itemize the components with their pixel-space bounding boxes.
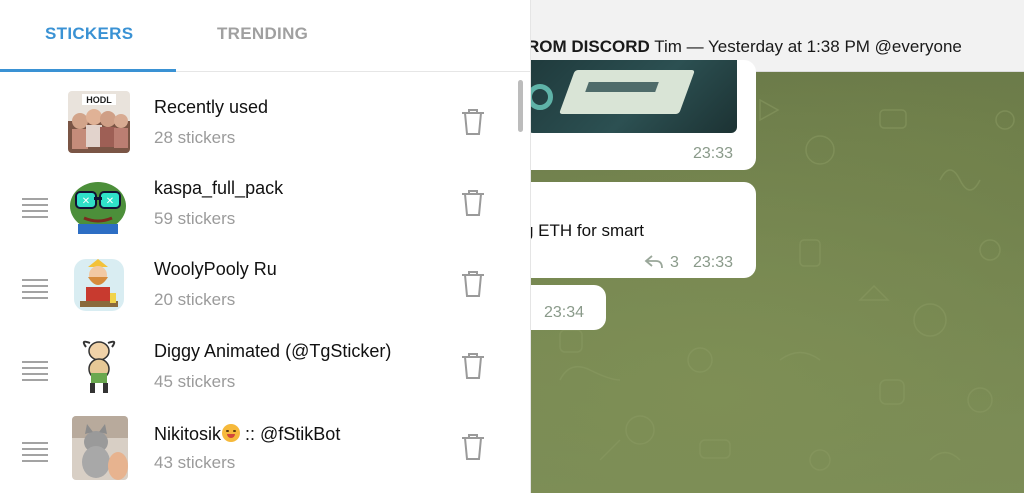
diggy-character-icon (68, 335, 130, 397)
trash-icon[interactable] (460, 188, 486, 218)
svg-text:✕: ✕ (82, 196, 90, 207)
message-time: 23:34 (544, 304, 585, 321)
message-text: g ETH for smart (524, 221, 644, 240)
bearded-man-cartoon-icon (68, 253, 130, 315)
message-media-image[interactable] (527, 60, 737, 133)
sticker-pack-row[interactable]: Diggy Animated (@TgSticker) 45 stickers (0, 325, 515, 405)
face-savoring-food-emoji-icon (222, 424, 241, 442)
message-time: 23:33 (693, 145, 734, 162)
trash-icon[interactable] (460, 432, 486, 462)
sticker-pack-row[interactable]: Nikitosik :: @fStikBot 43 stickers (0, 406, 515, 486)
active-tab-indicator (0, 69, 176, 72)
pack-title-suffix: :: @fStikBot (240, 424, 341, 444)
drag-handle-icon[interactable] (22, 442, 48, 462)
tab-stickers[interactable]: STICKERS (45, 24, 133, 44)
drag-handle-icon[interactable] (22, 279, 48, 299)
drag-handle-icon[interactable] (22, 198, 48, 218)
pack-title-prefix: Nikitosik (154, 424, 222, 444)
sticker-pack-row[interactable]: HODL Recently used 28 stickers (0, 81, 515, 161)
reply-count[interactable]: 3 (670, 254, 679, 272)
sticker-pack-title: Diggy Animated (@TgSticker) (154, 341, 392, 361)
svg-text:✕: ✕ (106, 196, 114, 207)
sticker-pack-title: Recently used (154, 97, 269, 117)
pinned-channel-name: ROM DISCORD (527, 37, 650, 56)
hodl-group-photo-icon: HODL (68, 91, 130, 153)
message-time: 23:33 (693, 254, 734, 271)
pinned-message-text: Tim — Yesterday at 1:38 PM @everyone (649, 37, 962, 56)
scrollbar-thumb[interactable] (518, 80, 523, 132)
sticker-pack-title: Nikitosik :: @fStikBot (154, 422, 340, 445)
sticker-tabs: STICKERS TRENDING (0, 0, 531, 72)
sticker-pack-row[interactable]: ✕ ✕ kaspa_full_pack 59 stickers (0, 162, 515, 242)
chat-pinned-message[interactable]: ROM DISCORD Tim — Yesterday at 1:38 PM @… (527, 37, 962, 57)
sticker-pack-count: 20 stickers (154, 290, 236, 309)
reply-arrow-icon (644, 254, 664, 275)
sticker-pack-count: 45 stickers (154, 372, 236, 391)
drag-handle-icon[interactable] (22, 361, 48, 381)
scrollbar[interactable] (517, 80, 523, 493)
sticker-sets-panel: STICKERS TRENDING HODL Recently used 28 … (0, 0, 531, 493)
pepe-frog-sunglasses-icon: ✕ ✕ (68, 172, 130, 234)
sticker-pack-count: 59 stickers (154, 209, 236, 228)
trash-icon[interactable] (460, 269, 486, 299)
thumb-caption: HODL (86, 95, 112, 105)
sticker-pack-title: kaspa_full_pack (154, 178, 284, 198)
trash-icon[interactable] (460, 107, 486, 137)
trash-icon[interactable] (460, 351, 486, 381)
sticker-pack-title: WoolyPooly Ru (154, 259, 277, 279)
cat-photo-icon (72, 416, 128, 480)
sticker-pack-count: 28 stickers (154, 128, 236, 147)
sticker-pack-row[interactable]: WoolyPooly Ru 20 stickers (0, 243, 515, 323)
tab-trending[interactable]: TRENDING (217, 24, 308, 44)
sticker-pack-count: 43 stickers (154, 453, 236, 472)
